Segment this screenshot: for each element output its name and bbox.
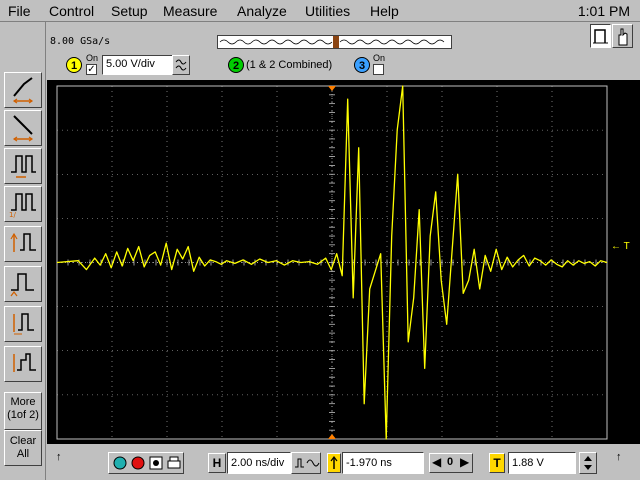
menu-bar: File Control Setup Measure Analyze Utili…	[0, 0, 640, 22]
display-mode-buttons	[590, 24, 634, 48]
stop-icon	[131, 456, 145, 470]
channel-1-coupling-button[interactable]	[172, 55, 190, 75]
channel-2-label: (1 & 2 Combined)	[246, 59, 333, 71]
channel-1-on-label: On	[86, 53, 99, 63]
square-wave-icon	[593, 29, 608, 44]
waveform-plot	[56, 85, 608, 440]
up-arrow-icon[interactable]: ↑	[56, 451, 62, 463]
pulse-width-trigger-button[interactable]	[4, 148, 42, 184]
run-icon	[113, 456, 127, 470]
timebase-scale-field[interactable]: 2.00 ns/div	[227, 452, 291, 474]
channel-3-on-checkbox[interactable]	[373, 64, 384, 75]
menu-measure[interactable]: Measure	[163, 3, 217, 19]
falling-edge-trigger-button[interactable]	[4, 110, 42, 146]
printer-icon	[167, 456, 181, 469]
delay-trigger-button[interactable]	[4, 306, 42, 342]
clear-label: Clear	[9, 435, 37, 447]
trigger-position-marker-top	[328, 86, 336, 91]
horizontal-button[interactable]: H	[208, 453, 226, 473]
rising-edge-icon	[12, 77, 34, 104]
run-control-group	[108, 452, 184, 474]
delay-reference-value: 0	[447, 456, 454, 468]
channel-2-badge[interactable]: 2	[228, 57, 244, 73]
timebase-mode-button[interactable]	[291, 452, 321, 474]
hand-icon	[618, 28, 628, 46]
pulse-wave-icon	[295, 458, 320, 468]
pulse-width-icon	[11, 155, 36, 178]
channel-1-scale-field[interactable]: 5.00 V/div	[102, 55, 174, 75]
touch-mode-button[interactable]	[612, 24, 633, 48]
menu-analyze[interactable]: Analyze	[237, 3, 287, 19]
rising-edge-trigger-button[interactable]	[4, 72, 42, 108]
delay-left-arrow-icon[interactable]: ◀	[432, 455, 441, 469]
overview-window-marker[interactable]	[333, 36, 339, 48]
menu-utilities[interactable]: Utilities	[305, 3, 350, 19]
sidebar: 1/ More (1of 2) Clear All	[0, 22, 46, 480]
scope-display[interactable]: ← T	[47, 80, 640, 444]
more-page-label: (1of 2)	[7, 409, 39, 421]
channel-3-badge[interactable]: 3	[354, 57, 370, 73]
clear-all-button[interactable]: Clear All	[4, 430, 42, 466]
delay-right-arrow-icon[interactable]: ▶	[460, 455, 469, 469]
all-label: All	[16, 448, 30, 460]
delay-icon	[13, 313, 34, 335]
pulse-mode-button[interactable]	[590, 24, 611, 48]
state-trigger-button[interactable]	[4, 266, 42, 302]
more-label: More	[10, 396, 36, 408]
run-button[interactable]	[111, 454, 129, 472]
ac-coupling-icon	[175, 59, 187, 71]
bottom-right-up-arrow-icon[interactable]: ↑	[616, 451, 622, 463]
state-icon	[10, 273, 34, 297]
menu-setup[interactable]: Setup	[111, 3, 148, 19]
falling-edge-icon	[12, 115, 34, 142]
channel-3-on-label: On	[373, 53, 386, 63]
menu-control[interactable]: Control	[49, 3, 94, 19]
delay-arrow-icon	[330, 456, 338, 469]
trigger-level-field[interactable]: 1.88 V	[508, 452, 576, 474]
channel-row: 1 On ✓ 5.00 V/div 2 (1 & 2 Combined) 3 O…	[46, 52, 640, 78]
timeout-icon	[13, 353, 36, 372]
pattern-trigger-button[interactable]	[4, 226, 42, 262]
sample-rate: 8.00 GSa/s	[50, 36, 111, 47]
waveform-overview[interactable]	[217, 35, 452, 49]
channel-1-on-checkbox[interactable]: ✓	[86, 64, 97, 75]
timeout-trigger-button[interactable]	[4, 346, 42, 382]
single-button[interactable]	[147, 454, 165, 472]
trigger-level-spinner[interactable]	[579, 452, 597, 474]
more-button[interactable]: More (1of 2)	[4, 392, 42, 430]
acquisition-row: 8.00 GSa/s	[46, 32, 640, 50]
glitch-trigger-button[interactable]: 1/	[4, 186, 42, 222]
stop-button[interactable]	[129, 454, 147, 472]
trigger-level-label: ← T	[611, 241, 630, 252]
svg-text:1/: 1/	[9, 211, 16, 218]
trigger-button[interactable]: T	[489, 453, 505, 473]
menu-file[interactable]: File	[8, 3, 31, 19]
pattern-icon	[10, 232, 36, 252]
single-icon	[149, 456, 163, 470]
clock: 1:01 PM	[577, 3, 630, 19]
channel-1-badge[interactable]: 1	[66, 57, 82, 73]
spinner-icon	[584, 456, 592, 470]
glitch-icon: 1/	[9, 193, 36, 218]
print-button[interactable]	[165, 454, 183, 472]
menu-help[interactable]: Help	[370, 3, 399, 19]
delay-marker-button[interactable]	[327, 453, 341, 473]
delay-reference-control: ◀ 0 ▶	[429, 453, 473, 473]
horizontal-delay-field[interactable]: -1.970 ns	[342, 452, 424, 474]
bottom-toolbar: ↑ H 2.00 ns/div -1.970 ns ◀ 0 ▶ T 1.88 V…	[46, 448, 640, 480]
trigger-position-marker-bottom	[328, 434, 336, 439]
